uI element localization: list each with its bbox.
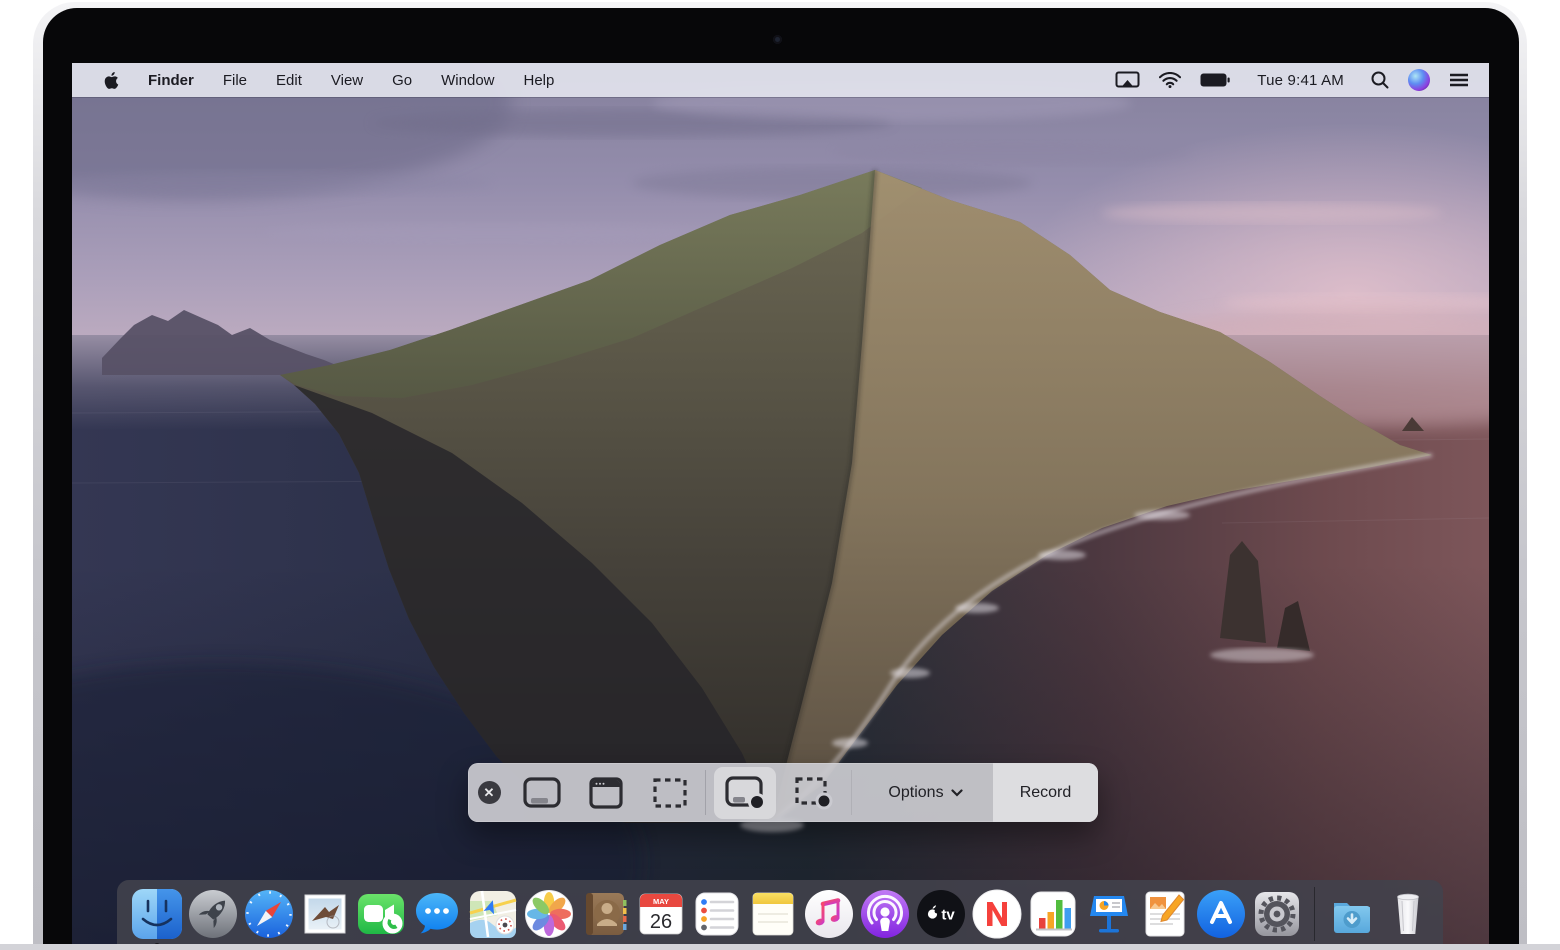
menu-item-finder[interactable]: Finder — [148, 72, 194, 89]
options-label: Options — [888, 784, 943, 802]
siri-icon[interactable] — [1408, 69, 1430, 91]
trash-icon — [1382, 888, 1434, 940]
record-label: Record — [1020, 784, 1072, 802]
podcasts-icon — [859, 888, 911, 940]
messages-icon — [411, 888, 463, 940]
dock-item-tv[interactable]: tv — [915, 888, 967, 940]
menu-bar-clock[interactable]: Tue 9:41 AM — [1257, 72, 1344, 89]
record-selected-portion-icon — [792, 774, 834, 812]
menu-item-edit[interactable]: Edit — [276, 72, 302, 89]
contacts-icon — [579, 888, 631, 940]
dock-item-facetime[interactable] — [355, 888, 407, 940]
launchpad-icon — [187, 888, 239, 940]
screenshot-root: Finder File Edit View Go Window Help — [0, 0, 1560, 950]
dock-item-pages[interactable] — [1139, 888, 1191, 940]
dock-item-news[interactable] — [971, 888, 1023, 940]
dock-item-notes[interactable] — [747, 888, 799, 940]
downloads-folder-icon — [1326, 888, 1378, 940]
finder-icon — [131, 888, 183, 940]
image-bottom-edge — [0, 944, 1560, 950]
news-icon — [971, 888, 1023, 940]
capture-selected-portion-button[interactable] — [638, 763, 702, 822]
facetime-icon — [355, 888, 407, 940]
toolbar-divider — [851, 770, 852, 815]
pages-icon — [1139, 888, 1191, 940]
record-entire-screen-button[interactable] — [709, 763, 781, 822]
desktop-screen: Finder File Edit View Go Window Help — [72, 63, 1489, 950]
svg-text:26: 26 — [650, 911, 672, 933]
dock-item-messages[interactable] — [411, 888, 463, 940]
menu-bar: Finder File Edit View Go Window Help — [72, 63, 1489, 97]
battery-icon[interactable] — [1200, 73, 1230, 87]
dock-item-mail[interactable] — [299, 888, 351, 940]
close-toolbar-button[interactable]: ✕ — [468, 781, 510, 804]
music-icon — [803, 888, 855, 940]
chevron-down-icon — [951, 789, 963, 797]
dock-item-finder[interactable] — [131, 888, 183, 940]
apple-logo-icon — [103, 71, 119, 90]
app-store-icon — [1195, 888, 1247, 940]
dock-item-numbers[interactable] — [1027, 888, 1079, 940]
toolbar-divider — [705, 770, 706, 815]
dock-item-reminders[interactable] — [691, 888, 743, 940]
capture-entire-screen-icon — [521, 774, 563, 812]
dock-item-music[interactable] — [803, 888, 855, 940]
dock-item-downloads[interactable] — [1326, 888, 1378, 940]
apple-menu[interactable] — [103, 71, 119, 90]
facetime-camera — [773, 35, 782, 44]
system-preferences-icon — [1251, 888, 1303, 940]
screenshot-toolbar: ✕ — [468, 763, 1098, 822]
capture-selected-window-icon — [586, 774, 626, 812]
mail-icon — [299, 888, 351, 940]
menu-item-help[interactable]: Help — [524, 72, 555, 89]
record-selected-portion-button[interactable] — [781, 763, 845, 822]
dock-item-trash[interactable] — [1382, 888, 1434, 940]
svg-text:tv: tv — [941, 907, 955, 924]
dock-item-maps[interactable] — [467, 888, 519, 940]
maps-icon — [467, 888, 519, 940]
menu-item-view[interactable]: View — [331, 72, 363, 89]
dock: MAY 26 — [117, 880, 1443, 950]
record-entire-screen-icon — [723, 773, 767, 813]
screen-mirroring-icon[interactable] — [1115, 71, 1140, 90]
dock-item-podcasts[interactable] — [859, 888, 911, 940]
menu-item-window[interactable]: Window — [441, 72, 494, 89]
record-button[interactable]: Record — [993, 763, 1098, 822]
close-icon: ✕ — [478, 781, 501, 804]
dock-item-contacts[interactable] — [579, 888, 631, 940]
dock-item-calendar[interactable]: MAY 26 — [635, 888, 687, 940]
safari-icon — [243, 888, 295, 940]
keynote-icon — [1083, 888, 1135, 940]
options-button[interactable]: Options — [858, 763, 993, 822]
calendar-icon: MAY 26 — [635, 888, 687, 940]
dock-item-photos[interactable] — [523, 888, 575, 940]
selected-tool-highlight — [714, 767, 776, 819]
reminders-icon — [691, 888, 743, 940]
photos-icon — [523, 888, 575, 940]
dock-item-launchpad[interactable] — [187, 888, 239, 940]
dock-item-system-preferences[interactable] — [1251, 888, 1303, 940]
notes-icon — [747, 888, 799, 940]
capture-selected-portion-icon — [650, 775, 690, 811]
dock-divider — [1314, 887, 1315, 941]
dock-item-keynote[interactable] — [1083, 888, 1135, 940]
dock-item-safari[interactable] — [243, 888, 295, 940]
numbers-icon — [1027, 888, 1079, 940]
wifi-icon[interactable] — [1159, 72, 1181, 88]
menu-item-go[interactable]: Go — [392, 72, 412, 89]
menu-item-file[interactable]: File — [223, 72, 247, 89]
notification-center-icon[interactable] — [1449, 73, 1469, 87]
dock-item-app-store[interactable] — [1195, 888, 1247, 940]
apple-tv-icon: tv — [915, 888, 967, 940]
capture-entire-screen-button[interactable] — [510, 763, 574, 822]
svg-text:MAY: MAY — [653, 897, 669, 906]
capture-selected-window-button[interactable] — [574, 763, 638, 822]
spotlight-search-icon[interactable] — [1371, 71, 1389, 89]
